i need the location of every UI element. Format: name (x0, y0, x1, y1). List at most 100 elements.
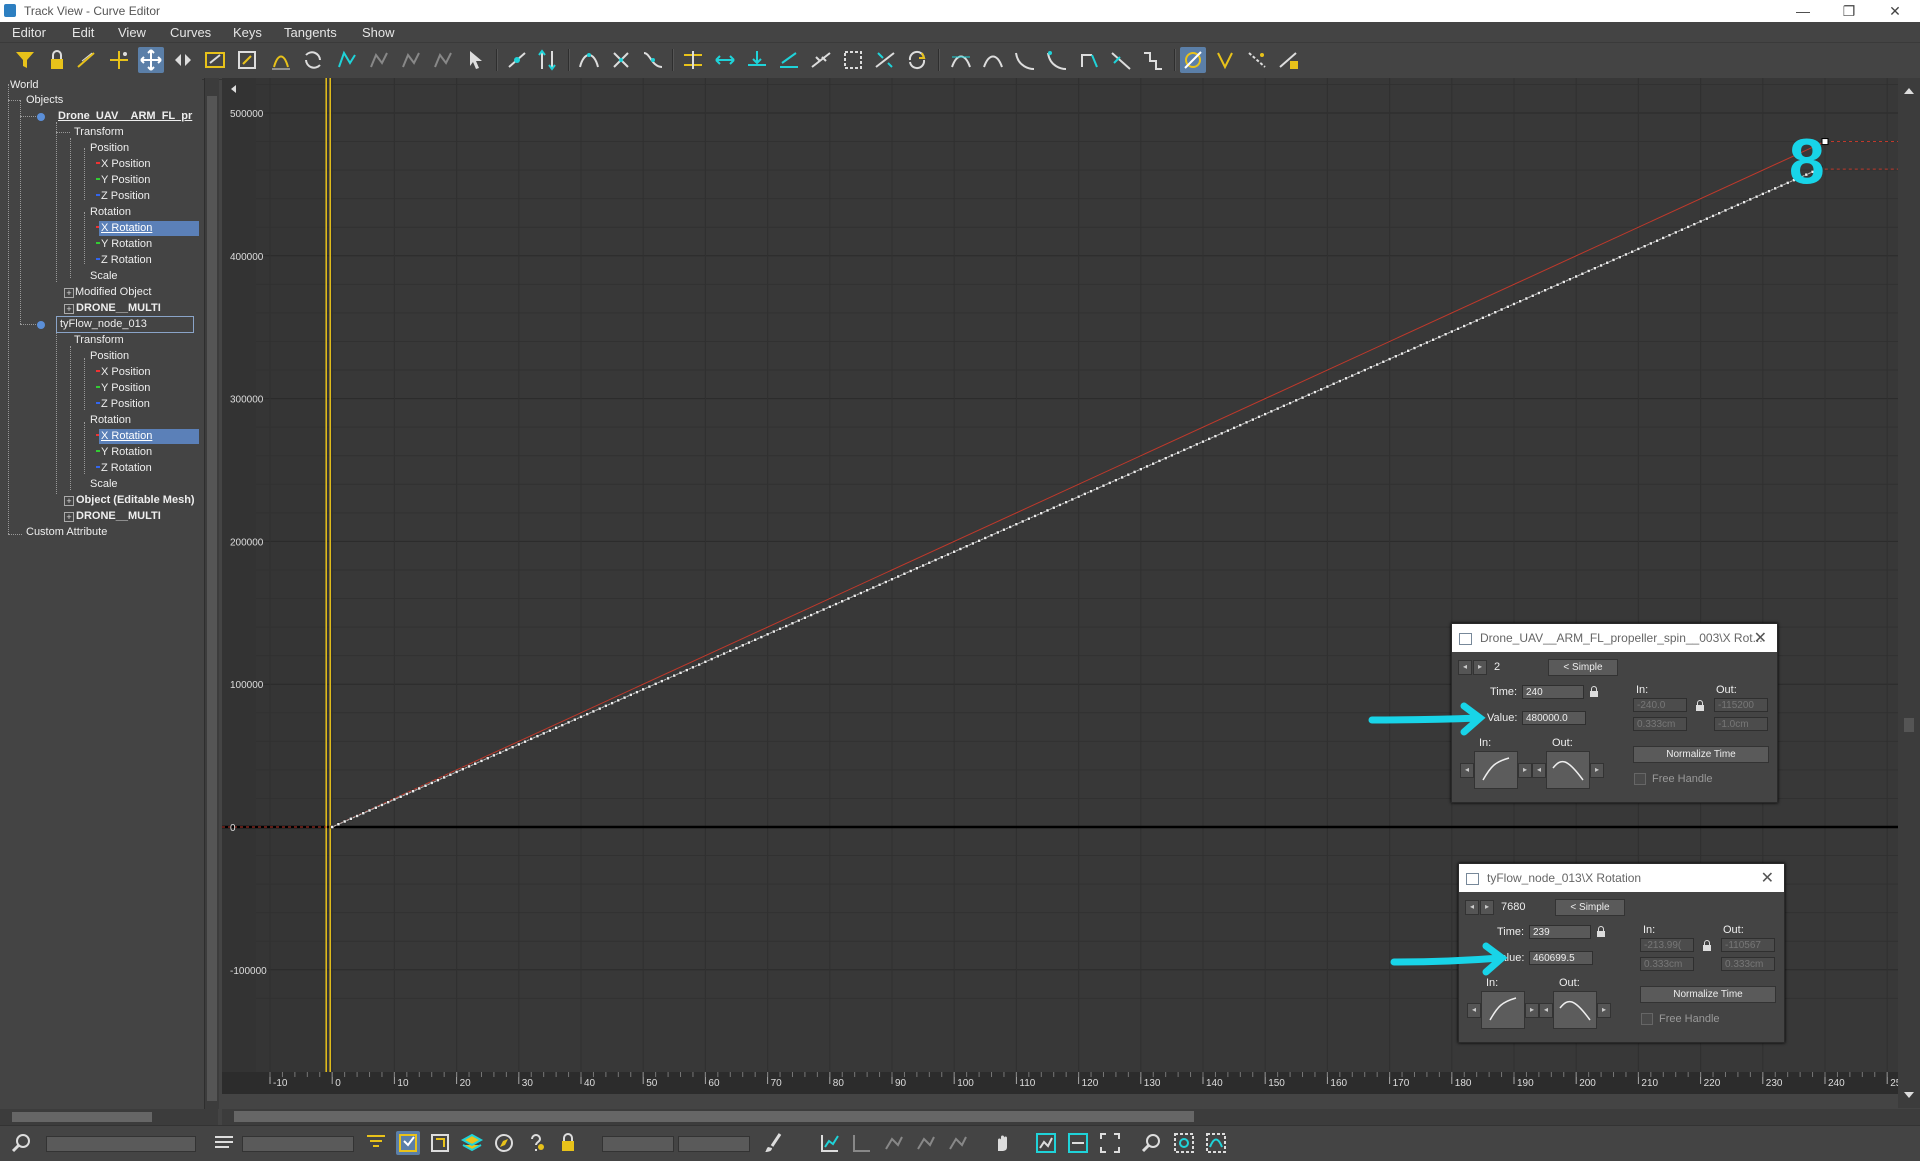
key-marker[interactable] (566, 720, 571, 725)
key-marker[interactable] (504, 748, 509, 752)
frame-vertical-icon[interactable] (1066, 1131, 1090, 1155)
key-marker[interactable] (865, 588, 869, 593)
key-marker[interactable] (510, 745, 515, 749)
tree-y-rotation-2[interactable]: Y Rotation (101, 445, 152, 460)
key-marker[interactable] (834, 602, 838, 606)
value-field[interactable]: 480000.0 (1522, 711, 1586, 725)
key-marker[interactable] (604, 704, 608, 708)
key-marker[interactable] (653, 682, 658, 686)
key-marker[interactable] (1649, 241, 1653, 246)
graph-horizontal-scrollbar[interactable] (222, 1109, 1920, 1125)
key-marker[interactable] (1400, 351, 1404, 356)
loop-icon[interactable] (904, 47, 930, 73)
key-marker[interactable] (573, 717, 577, 722)
key-marker[interactable] (983, 536, 988, 540)
tree-horizontal-scrollbar[interactable] (0, 1109, 218, 1125)
key-marker[interactable] (554, 726, 558, 730)
key-marker[interactable] (840, 599, 844, 604)
key-marker[interactable] (405, 792, 409, 796)
next-in-tangent-button[interactable]: ▸ (1525, 1003, 1539, 1018)
key-marker[interactable] (1226, 428, 1230, 433)
show-keyable-icon[interactable] (1180, 47, 1206, 73)
key-marker[interactable] (1773, 186, 1777, 191)
key-marker[interactable] (585, 712, 589, 716)
key-marker[interactable] (747, 640, 751, 645)
key-marker[interactable] (852, 594, 857, 598)
key-marker[interactable] (1406, 349, 1411, 353)
in-tangent-button[interactable] (1474, 751, 1518, 789)
key-marker[interactable] (908, 569, 913, 573)
tangent-smooth-icon[interactable] (776, 47, 802, 73)
menu-view[interactable]: View (118, 25, 146, 40)
key-marker[interactable] (1698, 219, 1703, 224)
frame-horizontal-icon[interactable] (1034, 1131, 1058, 1155)
key-marker[interactable] (927, 560, 932, 565)
key-marker[interactable] (1157, 459, 1162, 463)
key-marker[interactable] (1238, 423, 1243, 427)
out-tangent-button[interactable] (1546, 751, 1590, 789)
key-marker[interactable] (1518, 299, 1522, 303)
key-marker[interactable] (1282, 404, 1286, 408)
key-marker[interactable] (877, 583, 882, 587)
key-marker[interactable] (1219, 431, 1224, 436)
out-tangent-field[interactable]: -115200 (1714, 698, 1768, 712)
minimize-button[interactable]: — (1780, 0, 1826, 22)
key-marker[interactable] (790, 621, 795, 626)
key-marker[interactable] (1213, 434, 1218, 438)
key-marker[interactable] (703, 660, 708, 664)
key-marker[interactable] (1642, 244, 1647, 248)
in-length-field[interactable]: 0.333cm (1640, 957, 1694, 971)
key-marker[interactable] (1182, 448, 1187, 452)
key-marker[interactable] (1611, 258, 1616, 262)
key-marker[interactable] (461, 767, 465, 771)
key-marker[interactable] (740, 643, 745, 648)
tree-material-2[interactable]: DRONE__MULTI (76, 509, 161, 524)
key-marker[interactable] (1425, 340, 1429, 345)
key-marker[interactable] (1742, 200, 1746, 204)
key-marker[interactable] (890, 577, 894, 582)
key-marker[interactable] (548, 728, 552, 733)
key-marker[interactable] (859, 591, 863, 595)
lock-icon[interactable] (556, 1131, 580, 1155)
show-all-tangents-icon[interactable] (1212, 47, 1238, 73)
key-marker[interactable] (1089, 489, 1093, 493)
menu-show[interactable]: Show (362, 25, 395, 40)
key-marker[interactable] (1033, 514, 1037, 518)
key-marker[interactable] (492, 753, 496, 758)
simple-button[interactable]: < Simple (1555, 899, 1625, 916)
key-marker[interactable] (1300, 395, 1305, 400)
key-marker[interactable] (1499, 307, 1504, 312)
frame-field[interactable] (602, 1136, 674, 1152)
out-of-range-constant-icon[interactable] (948, 47, 974, 73)
compass-icon[interactable] (492, 1131, 516, 1155)
tree-node-drone[interactable]: Drone_UAV__ARM_FL_pr (58, 109, 200, 124)
time-field[interactable]: 239 (1529, 925, 1591, 939)
tree-z-position-1[interactable]: Z Position (101, 189, 150, 204)
next-out-tangent-button[interactable]: ▸ (1597, 1003, 1611, 1018)
frame-selection-icon[interactable] (1098, 1131, 1122, 1155)
key-marker[interactable] (1711, 214, 1715, 218)
next-in-tangent-button[interactable]: ▸ (1518, 763, 1532, 778)
scale-values-icon[interactable] (234, 47, 260, 73)
key-marker[interactable] (989, 533, 994, 537)
key-marker[interactable] (1767, 189, 1771, 193)
key-marker[interactable] (1070, 497, 1075, 502)
key-marker[interactable] (349, 816, 353, 821)
prev-in-tangent-button[interactable]: ◂ (1467, 1003, 1481, 1018)
key-marker[interactable] (921, 563, 925, 568)
key-marker[interactable] (535, 734, 540, 738)
key-marker[interactable] (1655, 238, 1659, 243)
key-marker[interactable] (1039, 511, 1044, 515)
tree-custom-attribute[interactable]: Custom Attribute (26, 525, 107, 540)
scale-keys-icon[interactable] (202, 47, 228, 73)
key-marker[interactable] (1244, 420, 1249, 425)
lock-keys-icon[interactable] (1276, 47, 1302, 73)
constrain-tangents-icon[interactable] (430, 47, 456, 73)
key-marker[interactable] (1014, 522, 1019, 526)
add-key-icon[interactable] (106, 47, 132, 73)
key-marker[interactable] (1188, 445, 1193, 449)
key-marker[interactable] (1288, 401, 1292, 405)
key-marker[interactable] (330, 825, 334, 829)
key-marker[interactable] (684, 668, 689, 672)
pan-icon[interactable] (990, 1131, 1014, 1155)
